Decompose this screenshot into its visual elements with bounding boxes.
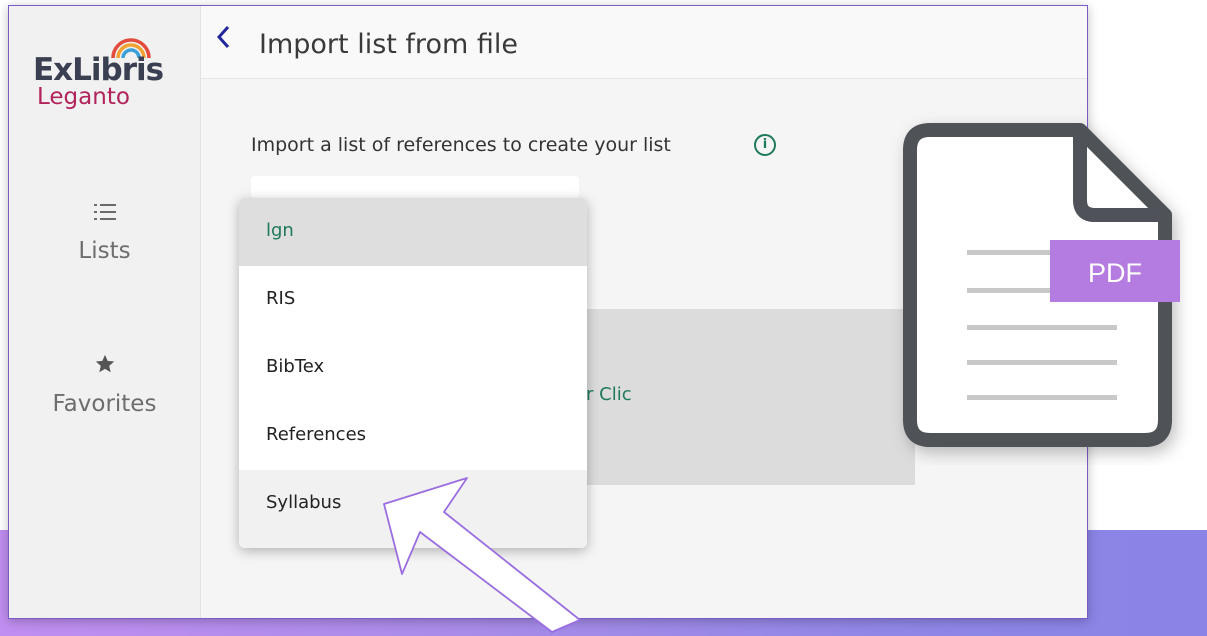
option-label: RIS [266, 288, 296, 309]
page-title: Import list from file [259, 29, 518, 60]
option-label: BibTex [266, 356, 325, 377]
option-label: References [266, 424, 367, 445]
import-instructions: Import a list of references to create yo… [251, 134, 671, 156]
pdf-badge-label: PDF [1088, 258, 1142, 288]
option-label: Syllabus [266, 492, 342, 513]
brand-logo: ExLibris Leganto [33, 34, 183, 134]
sidebar-item-lists[interactable]: Lists [9, 202, 200, 264]
sidebar: ExLibris Leganto Lists Favorites [9, 6, 201, 618]
dropdown-option-ris[interactable]: RIS [239, 266, 587, 334]
format-select[interactable] [251, 176, 579, 198]
sidebar-item-label: Lists [78, 238, 131, 264]
chevron-left-icon[interactable] [215, 24, 231, 56]
info-icon[interactable]: i [754, 134, 776, 156]
dropdown-option-bibtex[interactable]: BibTex [239, 334, 587, 402]
dropdown-option-lgn[interactable]: lgn [239, 198, 587, 266]
pointer-arrow-icon [383, 477, 581, 633]
product-name: Leganto [37, 84, 130, 110]
sidebar-item-label: Favorites [52, 391, 157, 417]
star-icon [9, 353, 200, 381]
page-header: Import list from file [201, 6, 1087, 79]
brand-name: ExLibris [33, 52, 164, 88]
list-icon [9, 202, 200, 228]
option-label: lgn [266, 220, 294, 241]
dropdown-option-references[interactable]: References [239, 402, 587, 470]
dropzone-text[interactable]: r Clic [586, 384, 632, 405]
sidebar-item-favorites[interactable]: Favorites [9, 353, 200, 417]
pdf-file-icon: PDF [903, 123, 1180, 447]
